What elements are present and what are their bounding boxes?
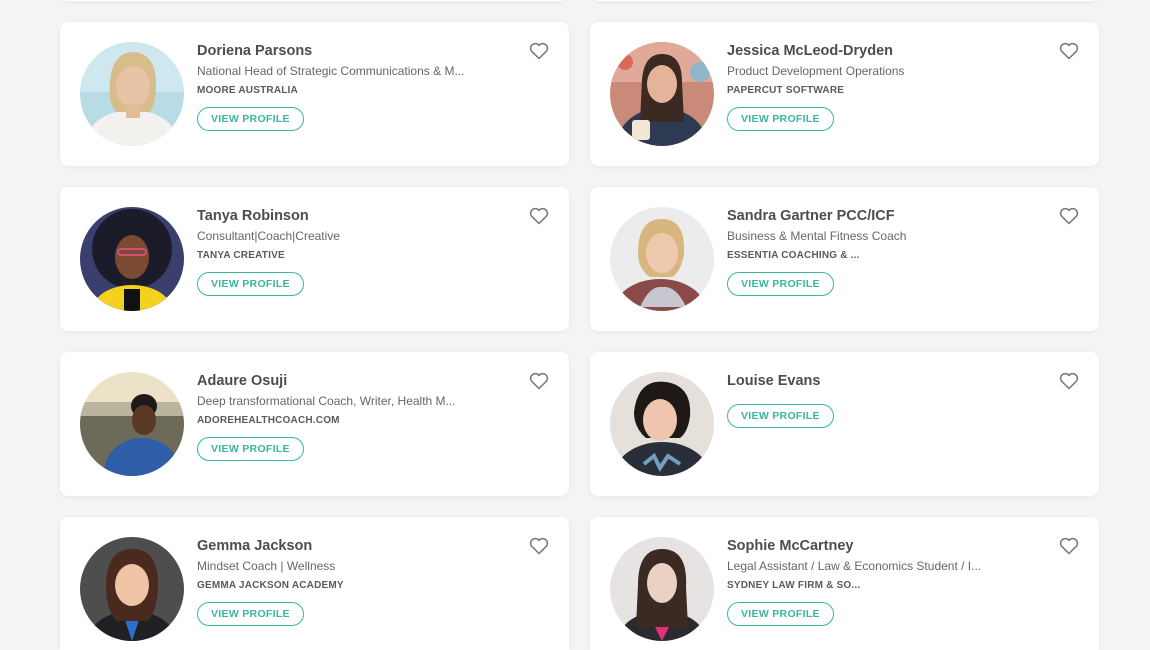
profile-title: Legal Assistant / Law & Economics Studen… [727,559,982,573]
profile-card-partial [590,0,1099,1]
profile-grid: Doriena Parsons National Head of Strateg… [0,0,1150,650]
view-profile-button[interactable]: VIEW PROFILE [197,602,304,626]
heart-outline-icon[interactable] [1059,537,1079,555]
profile-company: TANYA CREATIVE [197,250,285,261]
profile-name: Adaure Osuji [197,373,288,389]
profile-card: Jessica McLeod-Dryden Product Developmen… [590,22,1099,166]
profile-card: Gemma Jackson Mindset Coach | Wellness G… [60,517,569,650]
profile-card: Louise Evans VIEW PROFILE [590,352,1099,496]
heart-outline-icon[interactable] [529,207,549,225]
profile-name: Jessica McLeod-Dryden [727,43,894,59]
profile-card: Sophie McCartney Legal Assistant / Law &… [590,517,1099,650]
avatar[interactable] [80,42,184,146]
avatar[interactable] [80,372,184,476]
profile-company: GEMMA JACKSON ACADEMY [197,580,344,591]
view-profile-button[interactable]: VIEW PROFILE [727,107,834,131]
view-profile-button[interactable]: VIEW PROFILE [727,602,834,626]
profile-card: Tanya Robinson Consultant|Coach|Creative… [60,187,569,331]
heart-outline-icon[interactable] [529,42,549,60]
profile-title: Consultant|Coach|Creative [197,229,340,243]
profile-name: Gemma Jackson [197,538,313,554]
avatar[interactable] [610,537,714,641]
profile-card: Doriena Parsons National Head of Strateg… [60,22,569,166]
profile-card: Adaure Osuji Deep transformational Coach… [60,352,569,496]
avatar[interactable] [610,372,714,476]
avatar[interactable] [80,207,184,311]
profile-name: Tanya Robinson [197,208,309,224]
profile-name: Sophie McCartney [727,538,854,554]
avatar[interactable] [610,42,714,146]
avatar[interactable] [80,537,184,641]
profile-card-partial [60,0,569,1]
profile-title: Mindset Coach | Wellness [197,559,336,573]
profile-company: MOORE AUSTRALIA [197,85,298,96]
heart-outline-icon[interactable] [1059,42,1079,60]
profile-name: Sandra Gartner PCC/ICF [727,208,895,224]
profile-title: Deep transformational Coach, Writer, Hea… [197,394,456,408]
view-profile-button[interactable]: VIEW PROFILE [197,107,304,131]
profile-name: Doriena Parsons [197,43,313,59]
profile-name: Louise Evans [727,373,821,389]
heart-outline-icon[interactable] [529,537,549,555]
view-profile-button[interactable]: VIEW PROFILE [197,272,304,296]
profile-company: PAPERCUT SOFTWARE [727,85,845,96]
view-profile-button[interactable]: VIEW PROFILE [197,437,304,461]
view-profile-button[interactable]: VIEW PROFILE [727,272,834,296]
profile-company: ADOREHEALTHCOACH.COM [197,415,340,426]
profile-title: Product Development Operations [727,64,905,78]
profile-title: National Head of Strategic Communication… [197,64,465,78]
profile-title: Business & Mental Fitness Coach [727,229,907,243]
heart-outline-icon[interactable] [1059,372,1079,390]
avatar[interactable] [610,207,714,311]
heart-outline-icon[interactable] [1059,207,1079,225]
profile-company: ESSENTIA COACHING & ... [727,250,860,261]
view-profile-button[interactable]: VIEW PROFILE [727,404,834,428]
profile-card: Sandra Gartner PCC/ICF Business & Mental… [590,187,1099,331]
profile-company: SYDNEY LAW FIRM & SO... [727,580,861,591]
heart-outline-icon[interactable] [529,372,549,390]
